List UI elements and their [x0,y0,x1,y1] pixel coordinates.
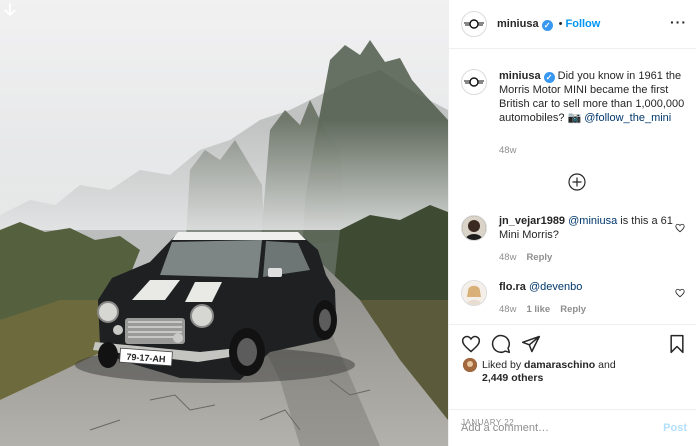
header-username[interactable]: miniusa [497,18,539,30]
comment-item: flo.ra @devenbo 48w 1 like Reply [461,280,691,320]
mini-car-photo: 79-17-AH [0,0,448,446]
post-photo[interactable]: 79-17-AH [0,0,448,446]
comment-text: jn_vejar1989 @miniusa is this a 61 Mini … [499,214,695,242]
heart-icon[interactable] [675,223,685,233]
post-header: miniusa ✓ • Follow ··· [449,0,696,49]
liked-by-user[interactable]: damaraschino [524,359,595,371]
caption-avatar[interactable] [461,69,487,95]
comment-mention-link[interactable]: @miniusa [568,215,617,227]
caption-meta: 48w [499,145,526,156]
comment-username[interactable]: jn_vejar1989 [499,215,565,227]
liker-avatar[interactable] [463,358,477,372]
comment-meta: 48w Reply [499,252,562,263]
commenter-avatar[interactable] [461,215,487,241]
comment-mention-link[interactable]: @devenbo [529,281,582,293]
arrow-down-icon[interactable] [3,3,17,17]
likes-count[interactable]: 2,449 others [482,372,543,384]
add-comment-bar: Post [449,409,696,446]
author-avatar[interactable] [461,11,487,37]
follow-button[interactable]: Follow [566,18,601,30]
caption-text: miniusa ✓ Did you know in 1961 the Morris… [499,69,695,125]
comment-text: flo.ra @devenbo [499,280,695,294]
mini-logo-icon [464,19,484,29]
reply-button[interactable]: Reply [560,304,586,315]
person-photo-icon [463,358,477,372]
caption-username[interactable]: miniusa [499,70,541,82]
paper-plane-icon[interactable] [521,334,541,354]
liked-by-connector: and [598,359,616,371]
caption: miniusa ✓ Did you know in 1961 the Morris… [461,69,691,159]
comment-icon[interactable] [491,334,511,354]
heart-icon[interactable] [675,288,685,298]
verified-badge-icon: ✓ [543,72,555,83]
header-user-row: miniusa ✓ • Follow [497,18,600,31]
comment-username[interactable]: flo.ra [499,281,526,293]
verified-badge-icon: ✓ [541,20,553,31]
post-comment-button[interactable]: Post [663,422,687,434]
heart-icon[interactable] [461,334,481,354]
post-side-panel: miniusa ✓ • Follow ··· miniusa ✓ Did you kn… [448,0,696,446]
person-photo-icon [462,216,486,240]
bookmark-icon[interactable] [667,334,687,354]
mini-logo-icon [464,77,484,87]
comment-meta: 48w 1 like Reply [499,304,596,315]
liked-by-summary: Liked by damaraschino and 2,449 others [482,359,616,385]
commenter-avatar[interactable] [461,280,487,306]
comment-time: 48w [499,304,517,315]
comment-time: 48w [499,252,517,263]
comment-likes[interactable]: 1 like [526,304,550,315]
person-photo-icon [462,281,486,305]
more-options-icon[interactable]: ··· [670,15,687,29]
add-comment-input[interactable] [461,420,651,436]
header-separator: • [558,18,563,30]
caption-time: 48w [499,145,517,156]
liked-by-prefix: Liked by [482,359,522,371]
caption-mention-link[interactable]: @follow_the_mini [584,112,671,124]
reply-button[interactable]: Reply [526,252,552,263]
action-bar: Liked by damaraschino and 2,449 others J… [449,324,696,427]
comment-item: jn_vejar1989 @miniusa is this a 61 Mini … [461,214,691,266]
plus-circle-icon[interactable] [568,173,586,191]
